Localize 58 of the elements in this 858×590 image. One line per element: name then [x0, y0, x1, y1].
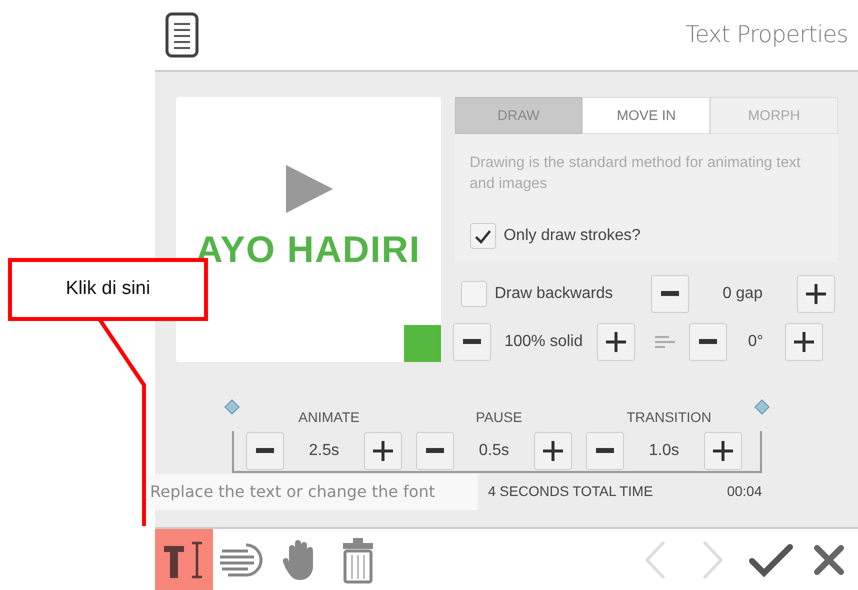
minus-button[interactable]: [246, 432, 284, 470]
minus-button[interactable]: [416, 432, 454, 470]
start-marker-icon[interactable]: [224, 399, 240, 415]
plus-icon: [713, 441, 733, 461]
plus-button[interactable]: [796, 275, 835, 313]
checkbox[interactable]: [460, 281, 487, 307]
trash-icon: [341, 536, 375, 584]
mode-tab[interactable]: MOVE IN: [582, 97, 710, 134]
chevron-left-icon: [644, 540, 666, 580]
checkmark-icon: [474, 228, 492, 244]
minus-icon: [596, 448, 614, 454]
plus-button[interactable]: [784, 323, 823, 361]
color-swatch[interactable]: [404, 325, 441, 362]
segment-label: ANIMATE: [297, 408, 361, 427]
plus-button[interactable]: [534, 432, 572, 470]
panel-title: Text Properties: [685, 20, 848, 50]
chevron-right-icon: [702, 540, 724, 580]
minus-button[interactable]: [586, 432, 624, 470]
checkbox[interactable]: [470, 223, 496, 249]
minus-button[interactable]: [650, 275, 689, 313]
mode-tab[interactable]: DRAW: [454, 97, 582, 134]
checkbox-label: Only draw strokes?: [504, 226, 641, 246]
plus-icon: [806, 284, 826, 304]
plus-button[interactable]: [704, 432, 742, 470]
play-icon[interactable]: [283, 163, 335, 215]
stepper-value: 2.5s: [308, 441, 340, 461]
segment-label: TRANSITION: [626, 408, 712, 427]
callout-label: Klik di sini: [8, 258, 208, 321]
plus-icon: [606, 332, 626, 352]
checkbox-label: Draw backwards: [494, 284, 613, 304]
minus-button[interactable]: [688, 323, 727, 361]
stepper-value: 0°: [746, 332, 764, 352]
minus-button[interactable]: [452, 323, 491, 361]
check-icon: [749, 542, 793, 576]
minus-icon: [698, 339, 717, 345]
stepper-value: 0 gap: [722, 284, 764, 304]
plus-icon: [543, 441, 563, 461]
stepper-value: 1.0s: [648, 441, 680, 461]
minus-icon: [426, 448, 444, 454]
document-icon[interactable]: [165, 12, 199, 58]
minus-icon: [660, 291, 679, 297]
plus-icon: [794, 332, 814, 352]
stepper-value: 100% solid: [503, 332, 584, 352]
plus-button[interactable]: [364, 432, 402, 470]
plus-icon: [373, 441, 393, 461]
total-time-label: 4 SECONDS TOTAL TIME: [488, 482, 653, 501]
segment-label: PAUSE: [474, 408, 524, 427]
description-text: Drawing is the standard method for animating text and images: [470, 153, 802, 194]
close-icon: [813, 544, 845, 576]
minus-icon: [462, 339, 481, 345]
tool-button[interactable]: [155, 529, 213, 590]
plus-button[interactable]: [596, 323, 635, 361]
minus-icon: [256, 448, 274, 454]
preview-canvas[interactable]: AYO HADIRI: [176, 97, 441, 362]
stepper-value: 0.5s: [478, 441, 510, 461]
tooltip: Replace the text or change the font: [148, 474, 478, 510]
end-time-label: 00:04: [726, 482, 762, 501]
end-marker-icon[interactable]: [754, 399, 770, 415]
